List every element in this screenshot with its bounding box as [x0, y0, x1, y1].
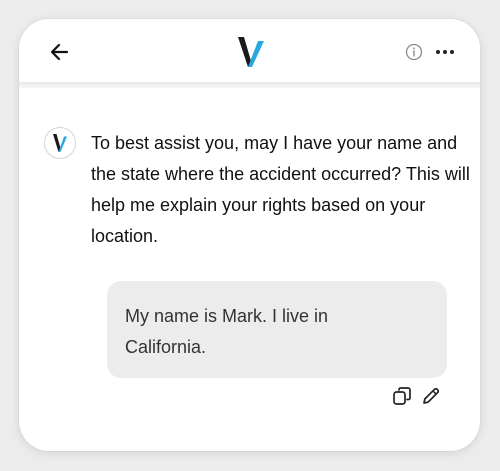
chat-header — [19, 19, 480, 82]
copy-button[interactable] — [392, 386, 412, 406]
header-divider — [19, 82, 480, 88]
copy-icon — [393, 387, 411, 405]
info-circle-icon — [405, 43, 423, 61]
assistant-avatar — [44, 127, 76, 159]
pencil-icon — [423, 387, 440, 404]
back-button[interactable] — [49, 41, 71, 63]
assistant-message: To best assist you, may I have your name… — [91, 133, 470, 246]
v-logo-icon — [238, 37, 264, 67]
more-options-button[interactable] — [435, 43, 455, 61]
info-button[interactable] — [405, 43, 423, 61]
user-message-bubble: My name is Mark. I live in California. — [107, 281, 447, 378]
arrow-left-icon — [50, 43, 69, 61]
more-horizontal-icon — [436, 50, 454, 54]
chat-window: To best assist you, may I have your name… — [19, 19, 480, 451]
user-message: My name is Mark. I live in California. — [125, 306, 329, 357]
app-background: To best assist you, may I have your name… — [0, 0, 500, 471]
edit-button[interactable] — [421, 386, 441, 406]
v-logo-icon — [53, 134, 67, 152]
